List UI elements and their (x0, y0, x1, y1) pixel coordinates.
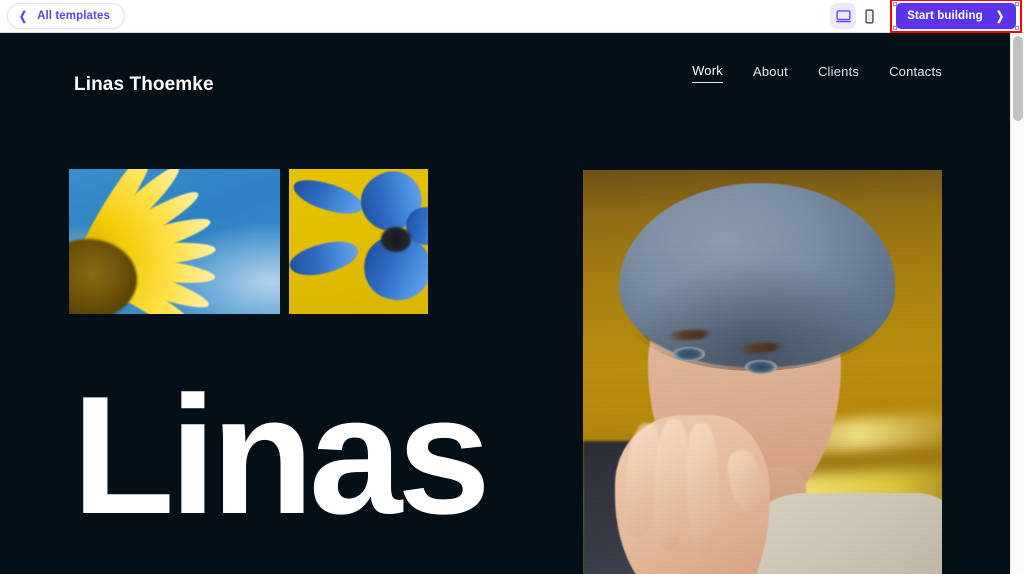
eye-shape (672, 346, 706, 361)
eye-shape (744, 360, 777, 374)
site-nav: Work About Clients Contacts (692, 63, 942, 83)
image-yellow-daisy[interactable] (69, 169, 280, 314)
vertical-scrollbar[interactable] (1010, 33, 1024, 574)
mobile-icon (864, 8, 874, 24)
image-blue-flower[interactable] (289, 169, 428, 314)
nav-item-clients[interactable]: Clients (818, 64, 859, 83)
jacket-shape (740, 493, 942, 574)
device-toggle-mobile[interactable] (856, 3, 882, 29)
nav-item-contacts[interactable]: Contacts (889, 64, 942, 83)
template-preview-canvas: Linas Thoemke Work About Clients Contact… (0, 33, 1010, 574)
start-building-wrapper: Start building ❯ (890, 0, 1022, 33)
device-toggle-desktop[interactable] (830, 3, 856, 29)
selection-corner-handle (1015, 26, 1019, 30)
page-headline: Linas (72, 361, 491, 549)
chevron-left-icon: ❮ (19, 9, 28, 23)
all-templates-button[interactable]: ❮ All templates (7, 3, 125, 29)
all-templates-label: All templates (37, 10, 110, 22)
site-header: Linas Thoemke Work About Clients Contact… (0, 33, 1010, 95)
scrollbar-thumb[interactable] (1013, 36, 1023, 121)
chevron-right-icon: ❯ (995, 9, 1004, 23)
start-building-button[interactable]: Start building ❯ (896, 3, 1016, 29)
image-portrait-man-in-beret[interactable] (583, 170, 942, 574)
start-building-label: Start building (907, 10, 983, 22)
topbar-right-group: Start building ❯ (830, 0, 1024, 33)
site-logo[interactable]: Linas Thoemke (74, 74, 214, 96)
beret-shadow (626, 257, 885, 371)
desktop-icon (835, 9, 851, 22)
flower-center (380, 227, 412, 252)
builder-topbar: ❮ All templates Start building ❯ (0, 0, 1024, 33)
nav-item-work[interactable]: Work (692, 63, 723, 83)
nav-item-about[interactable]: About (753, 64, 788, 83)
